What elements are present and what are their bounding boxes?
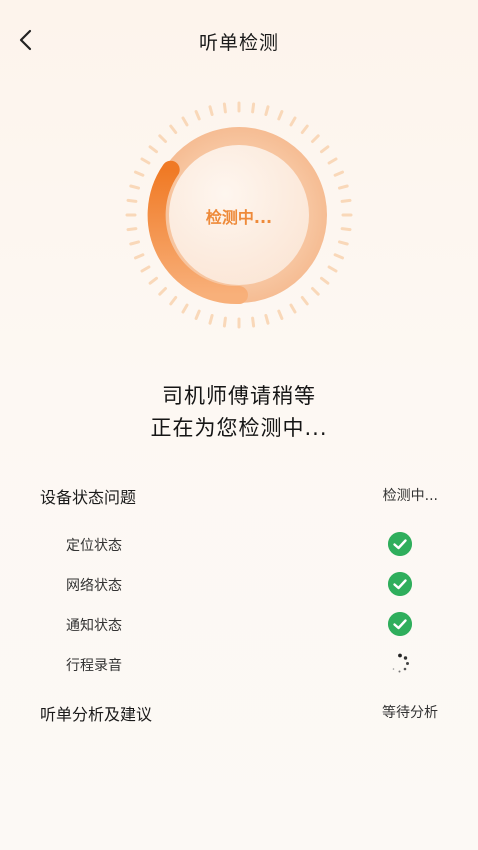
dial-tick	[194, 309, 201, 320]
check-label: 行程录音	[66, 658, 122, 674]
dial-tick	[327, 265, 338, 273]
check-row-notification: 通知状态	[66, 612, 412, 638]
dial-tick	[140, 157, 151, 165]
check-label: 网络状态	[66, 578, 122, 594]
analysis-title: 听单分析及建议	[40, 705, 153, 724]
dial-tick	[208, 314, 214, 325]
dial-tick	[222, 102, 227, 114]
check-label: 通知状态	[66, 618, 122, 634]
dial-tick	[289, 116, 297, 127]
dial-tick	[181, 116, 189, 127]
dial-tick	[277, 110, 284, 121]
dial-tick	[264, 314, 270, 325]
dial-tick	[169, 296, 178, 306]
dial-tick	[129, 240, 140, 246]
dial-tick	[134, 170, 145, 177]
dial-tick	[333, 253, 344, 260]
dial-tick	[340, 198, 352, 203]
dial-tick	[340, 227, 352, 232]
dial-tick	[222, 316, 227, 328]
dial-tick	[158, 134, 167, 143]
wait-message: 司机师傅请稍等	[162, 384, 316, 408]
dial-tick	[126, 198, 138, 203]
nav-bar: 听单检测	[0, 0, 478, 80]
dial-tick	[194, 110, 201, 121]
dial-tick	[140, 265, 151, 273]
analysis-status-value: 等待分析	[382, 705, 438, 721]
dial-tick	[169, 124, 178, 134]
check-success-icon	[388, 572, 412, 596]
check-row-trip-recording: 行程录音	[66, 652, 412, 678]
dial-tick	[311, 287, 320, 296]
dial-tick	[148, 145, 158, 154]
device-status-value: 检测中...	[382, 488, 438, 504]
dial-tick	[320, 276, 330, 285]
page-title: 听单检测	[198, 32, 279, 54]
device-status-section: 设备状态问题 检测中...	[40, 484, 438, 510]
device-status-title: 设备状态问题	[40, 488, 137, 507]
dial-tick	[289, 303, 297, 314]
dial-tick	[148, 276, 158, 285]
dial-tick	[126, 227, 138, 232]
check-row-network: 网络状态	[66, 572, 412, 598]
check-label: 定位状态	[66, 538, 122, 554]
loading-spinner-icon	[392, 653, 409, 673]
dial-tick	[251, 316, 256, 328]
dial-tick	[333, 170, 344, 177]
dial-tick	[129, 184, 140, 190]
detecting-message: 正在为您检测中...	[150, 416, 328, 440]
dial-tick	[311, 134, 320, 143]
dial-tick	[181, 303, 189, 314]
dial-tick	[338, 240, 349, 246]
check-success-icon	[388, 612, 412, 636]
dial-tick	[158, 287, 167, 296]
check-row-location: 定位状态	[66, 532, 412, 558]
dial-tick	[300, 124, 309, 134]
dial-tick	[338, 184, 349, 190]
dial-tick	[277, 309, 284, 320]
dial-tick	[264, 105, 270, 116]
analysis-section: 听单分析及建议 等待分析	[40, 701, 438, 727]
dial-tick	[208, 105, 214, 116]
dial-tick	[251, 102, 256, 114]
dial-tick	[320, 145, 330, 154]
dial-tick	[300, 296, 309, 306]
dial-status-label: 检测中...	[205, 208, 273, 227]
dial-tick	[134, 253, 145, 260]
check-success-icon	[388, 532, 412, 556]
dial-tick	[327, 157, 338, 165]
